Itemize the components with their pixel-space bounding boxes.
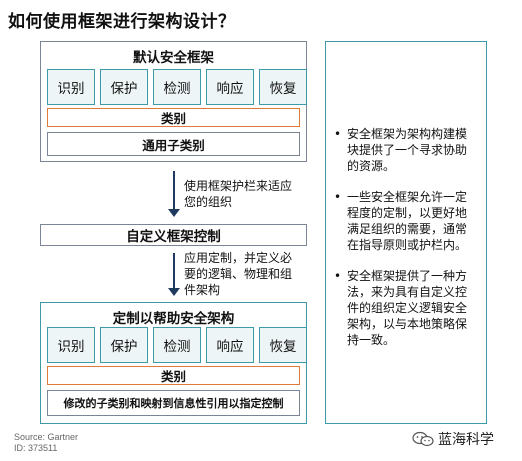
capability-respond: 响应	[206, 327, 254, 363]
wechat-icon	[412, 431, 434, 447]
note-line: 程度的定制，以更好地	[347, 206, 468, 220]
bullet-icon: •	[334, 269, 342, 283]
step1-text-line: 使用框架护栏来适应	[184, 179, 293, 193]
capability-recover: 恢复	[259, 327, 307, 363]
source-line: Source: Gartner	[14, 432, 79, 442]
step1-text-line: 您的组织	[184, 195, 233, 209]
note-line: 一些安全框架允许一定	[347, 190, 468, 204]
step1-text: 使用框架护栏来适应 您的组织	[184, 178, 292, 210]
step1-arrow	[168, 171, 180, 217]
note-line: 持一致。	[347, 333, 396, 347]
note-line: 架构，以与本地策略保	[347, 317, 468, 331]
note-item: • 安全框架提供了一种方 法，来为具有自定义控 件的组织定义逻辑安全 架构，以与…	[334, 268, 478, 348]
bullet-icon: •	[334, 190, 342, 204]
note-line: 件的组织定义逻辑安全	[347, 301, 468, 315]
bottom-subcategory-bar: 修改的子类别和映射到信息性引用以指定控制	[47, 390, 300, 416]
step2-text-line: 要的逻辑、物理和组	[184, 267, 293, 281]
note-line: 在指导原则或护栏内。	[347, 238, 468, 252]
default-framework-heading: 默认安全框架	[133, 50, 214, 66]
note-line: 安全框架为架构构建模	[347, 127, 468, 141]
source-caption: Source: Gartner ID: 373511	[14, 432, 78, 454]
bullet-icon: •	[334, 127, 342, 141]
capability-respond: 响应	[206, 69, 254, 105]
note-line: 法，来为具有自定义控	[347, 285, 468, 299]
capability-detect: 检测	[153, 327, 201, 363]
capability-identify: 识别	[47, 69, 95, 105]
watermark: 蓝海科学	[412, 429, 494, 449]
id-line: ID: 373511	[14, 443, 58, 453]
note-item: • 一些安全框架允许一定 程度的定制，以更好地 满足组织的需要，通常 在指导原则…	[334, 189, 478, 253]
notes-panel: • 安全框架为架构构建模 块提供了一个寻求协助 的资源。 • 一些安全框架允许一…	[325, 41, 487, 424]
note-item: • 安全框架为架构构建模 块提供了一个寻求协助 的资源。	[334, 126, 478, 174]
watermark-text: 蓝海科学	[438, 432, 494, 448]
step2-text-line: 件架构	[184, 283, 221, 297]
step2-arrow	[168, 253, 180, 296]
note-line: 块提供了一个寻求协助	[347, 143, 468, 157]
note-text: 安全框架提供了一种方 法，来为具有自定义控 件的组织定义逻辑安全 架构，以与本地…	[347, 268, 467, 348]
custom-framework-controls-bar: 自定义框架控制	[40, 224, 307, 246]
top-category-bar: 类别	[47, 108, 300, 127]
note-text: 安全框架为架构构建模 块提供了一个寻求协助 的资源。	[347, 126, 467, 174]
capability-identify: 识别	[47, 327, 95, 363]
bottom-capability-row: 识别 保护 检测 响应 恢复	[47, 327, 307, 363]
step2-text: 应用定制，并定义必 要的逻辑、物理和组 件架构	[184, 250, 292, 298]
capability-protect: 保护	[100, 327, 148, 363]
customized-architecture-heading: 定制以帮助安全架构	[112, 311, 235, 327]
note-line: 的资源。	[347, 159, 396, 173]
bottom-category-bar: 类别	[47, 366, 300, 385]
top-subcategory-bar: 通用子类别	[47, 132, 300, 156]
note-line: 安全框架提供了一种方	[347, 269, 468, 283]
top-capability-row: 识别 保护 检测 响应 恢复	[47, 69, 307, 105]
capability-detect: 检测	[153, 69, 201, 105]
capability-recover: 恢复	[259, 69, 307, 105]
note-line: 满足组织的需要，通常	[347, 222, 468, 236]
page-title: 如何使用框架进行架构设计？	[8, 12, 236, 32]
note-text: 一些安全框架允许一定 程度的定制，以更好地 满足组织的需要，通常 在指导原则或护…	[347, 189, 467, 253]
step2-text-line: 应用定制，并定义必	[184, 251, 293, 265]
capability-protect: 保护	[100, 69, 148, 105]
